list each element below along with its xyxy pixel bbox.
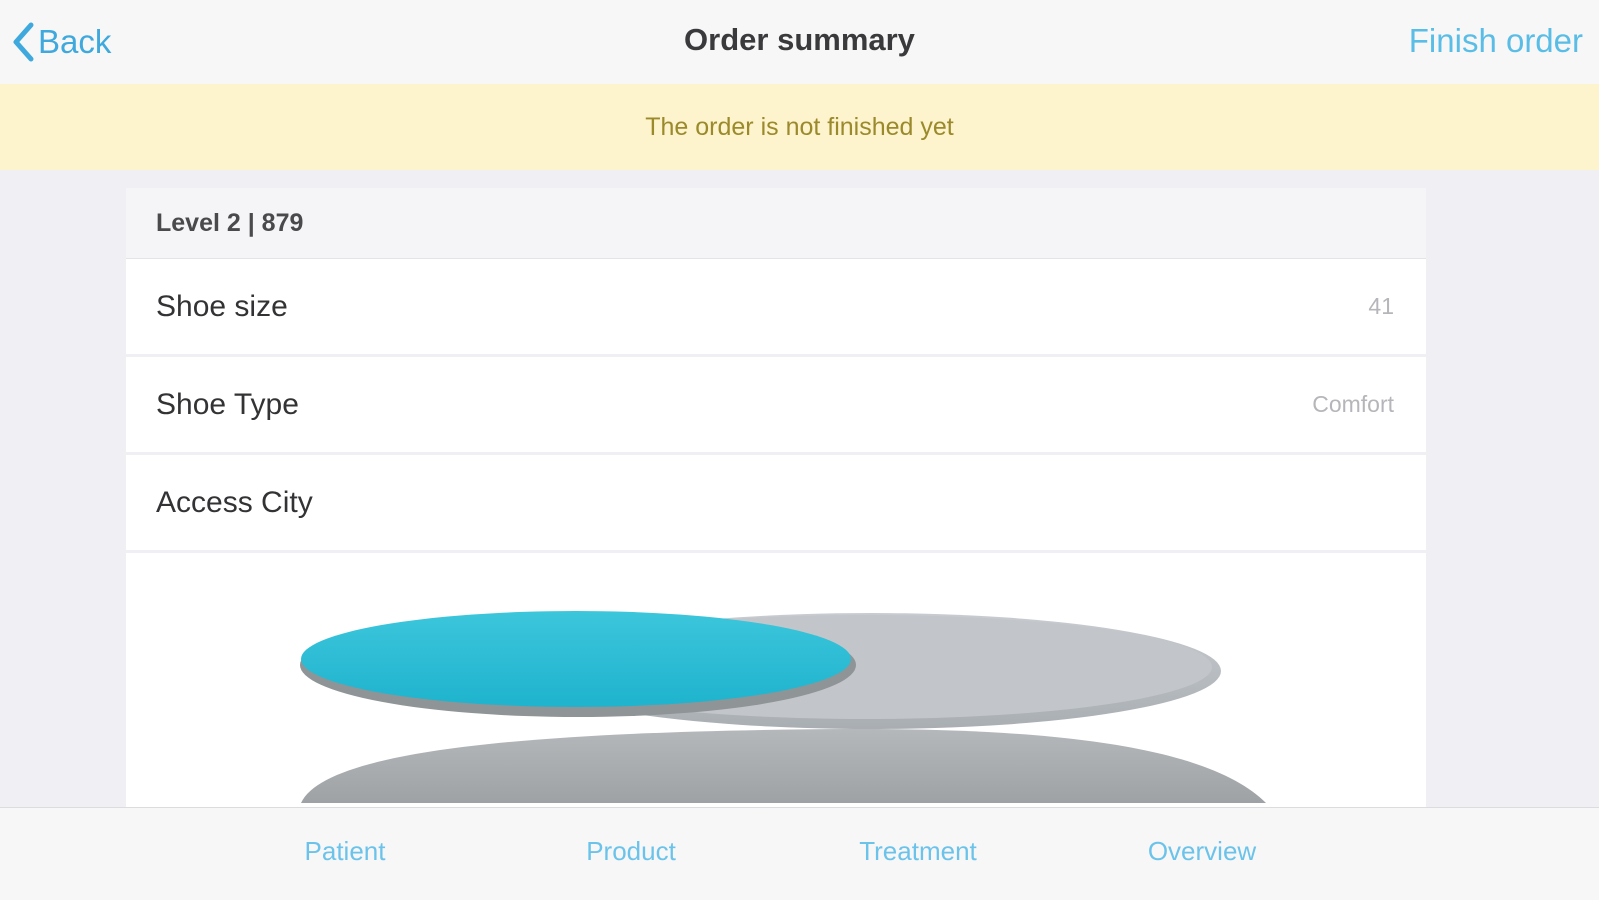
back-label: Back (38, 23, 112, 60)
tab-treatment[interactable]: Treatment (859, 836, 977, 867)
chevron-left-icon (13, 22, 34, 62)
tab-patient[interactable]: Patient (305, 836, 386, 867)
shoe-size-value: 41 (1368, 293, 1394, 319)
order-detail-card: Level 2 | 879 Shoe size 41 Shoe Type Com… (126, 188, 1426, 808)
section-header: Level 2 | 879 (126, 188, 1426, 259)
status-banner: The order is not finished yet (0, 84, 1599, 170)
page-title: Order summary (684, 22, 915, 57)
shoe-type-value: Comfort (1312, 391, 1394, 417)
tab-bar: Patient Product Treatment Overview (0, 807, 1599, 900)
tab-product[interactable]: Product (586, 836, 676, 867)
shoe-type-label: Shoe Type (156, 387, 299, 421)
navigation-bar: Back Order summary Finish order (0, 0, 1599, 85)
access-city-label: Access City (156, 485, 313, 519)
tab-overview[interactable]: Overview (1148, 836, 1256, 867)
app-window: Back Order summary Finish order The orde… (0, 0, 1599, 900)
back-button[interactable]: Back (12, 20, 111, 64)
status-banner-text: The order is not finished yet (645, 112, 954, 141)
insole-image (300, 611, 1266, 803)
finish-order-button[interactable]: Finish order (1409, 22, 1583, 60)
shoe-type-row[interactable]: Shoe Type Comfort (126, 357, 1426, 455)
product-image-area (126, 553, 1426, 808)
shoe-size-label: Shoe size (156, 289, 288, 323)
shoe-size-row[interactable]: Shoe size 41 (126, 259, 1426, 357)
access-city-row[interactable]: Access City (126, 455, 1426, 553)
